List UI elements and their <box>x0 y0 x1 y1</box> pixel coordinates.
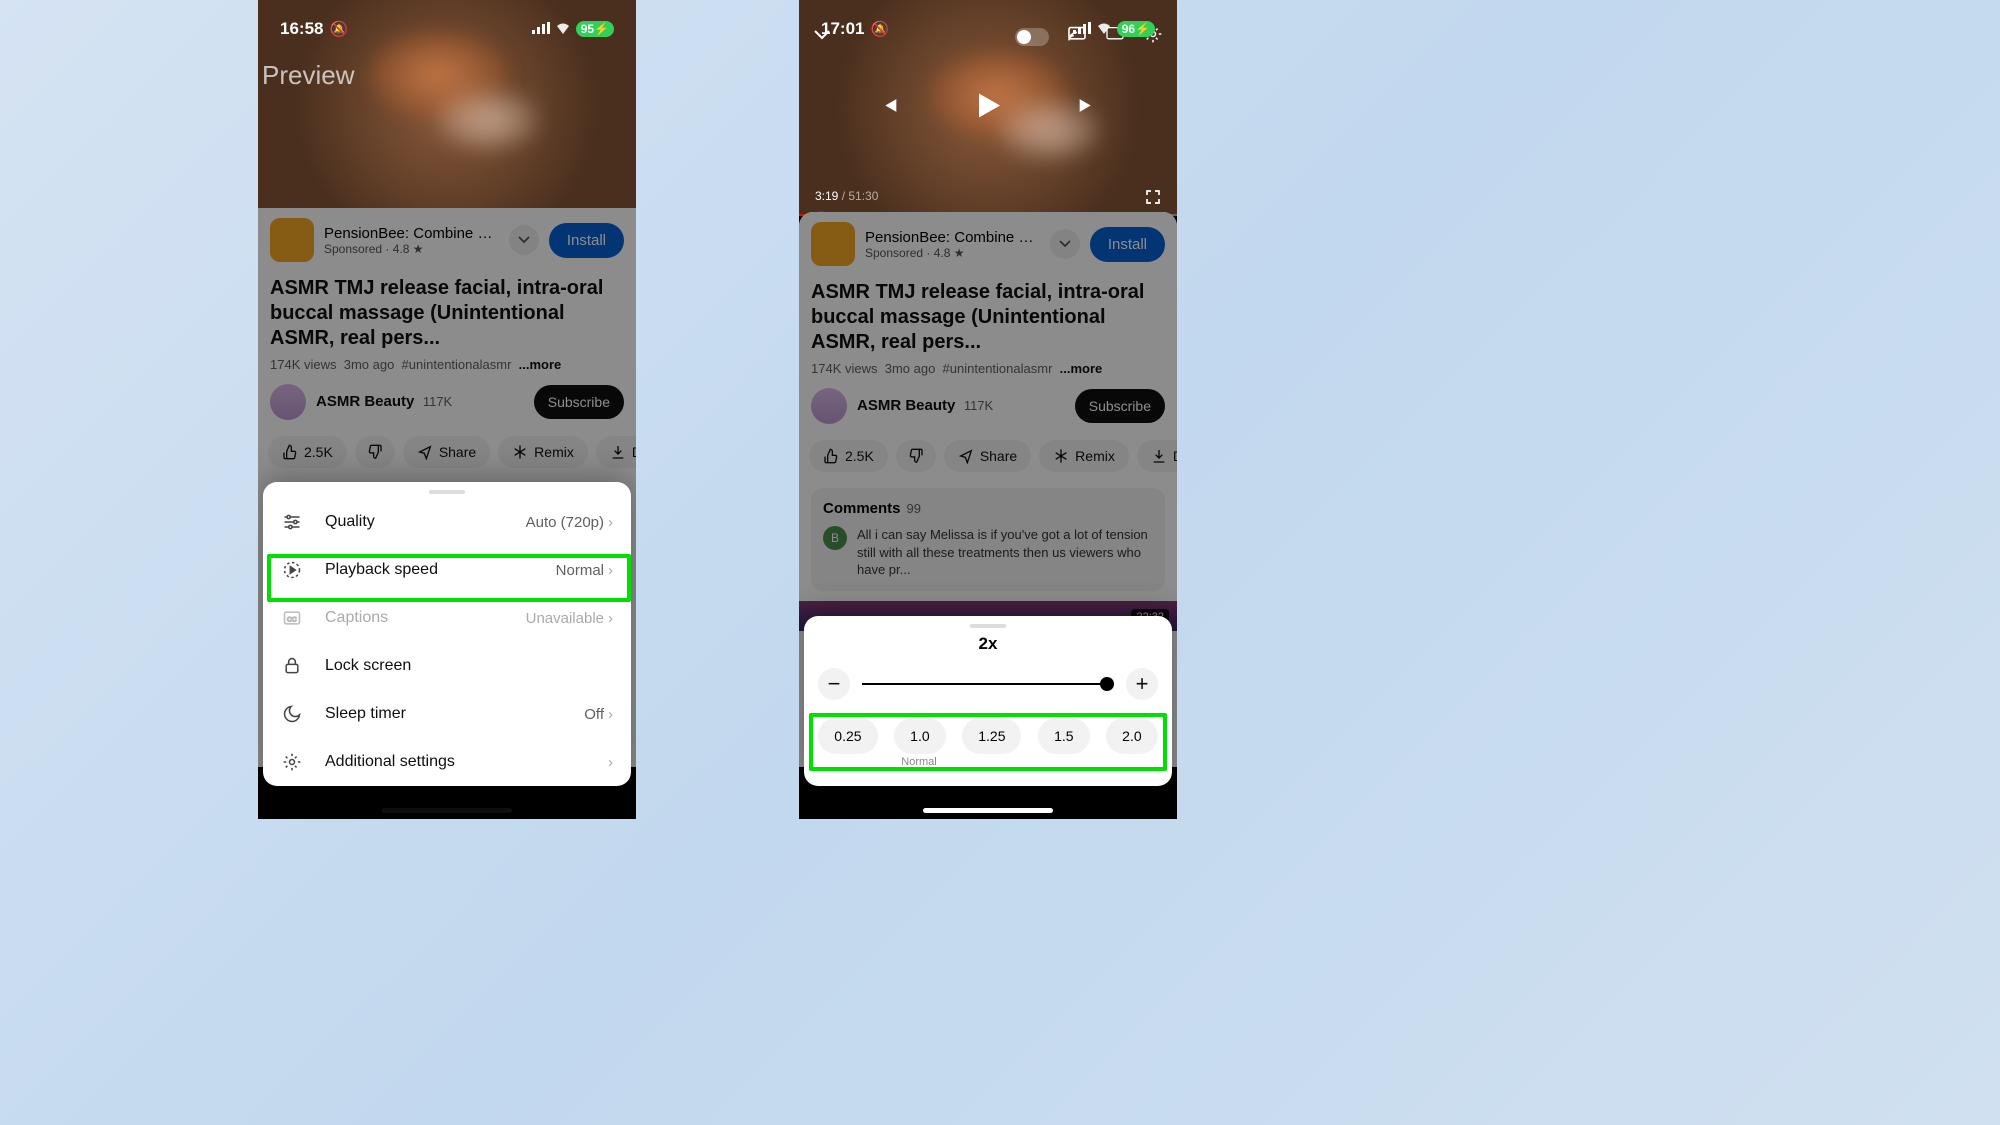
channel-subs: 117K <box>964 398 993 413</box>
signal-icon <box>1073 19 1091 39</box>
sheet-handle[interactable] <box>429 490 465 494</box>
like-button[interactable]: 2.5K <box>809 440 888 472</box>
normal-label: Normal <box>799 756 1172 768</box>
gear-icon <box>281 751 303 773</box>
menu-captions-label: Captions <box>325 609 388 627</box>
speed-sheet: 2x − + 0.25 1.0 1.25 1.5 2.0 Normal <box>804 616 1172 786</box>
dislike-button[interactable] <box>355 436 395 468</box>
speed-slider[interactable] <box>862 683 1114 685</box>
comments-section[interactable]: Comments 99 B All i can say Melissa is if… <box>811 488 1165 591</box>
ad-meta: Sponsored · 4.8 ★ <box>865 246 1040 260</box>
status-bar: 16:58 🔕 95⚡ <box>258 0 636 50</box>
menu-playback-speed[interactable]: Playback speed Normal › <box>263 546 631 594</box>
video-meta[interactable]: 174K views 3mo ago #unintentionalasmr ..… <box>811 361 1165 376</box>
status-bar: 17:01 🔕 96⚡ <box>799 0 1177 50</box>
wifi-icon <box>555 19 571 39</box>
install-button[interactable]: Install <box>549 223 624 258</box>
settings-sheet: Quality Auto (720p) › Playback speed Nor… <box>263 482 631 786</box>
battery-indicator: 96⚡ <box>1117 21 1155 37</box>
ad-app-icon <box>811 222 855 266</box>
remix-button[interactable]: Remix <box>1039 440 1129 472</box>
speed-preset-4[interactable]: 2.0 <box>1106 718 1157 754</box>
speed-preset-0[interactable]: 0.25 <box>818 718 877 754</box>
subscribe-button[interactable]: Subscribe <box>1075 389 1165 423</box>
sponsored-ad[interactable]: PensionBee: Combine Pen... Sponsored · 4… <box>799 212 1177 276</box>
channel-avatar[interactable] <box>270 384 306 420</box>
svg-text:CC: CC <box>287 616 297 623</box>
speed-presets-row: 0.25 1.0 1.25 1.5 2.0 <box>804 714 1172 754</box>
speed-preset-3[interactable]: 1.5 <box>1038 718 1089 754</box>
prev-icon[interactable] <box>878 95 900 122</box>
channel-name[interactable]: ASMR Beauty <box>857 397 955 414</box>
battery-indicator: 95⚡ <box>576 21 614 37</box>
video-title[interactable]: ASMR TMJ release facial, intra-oral bucc… <box>811 280 1165 355</box>
share-button[interactable]: Share <box>944 440 1031 472</box>
remix-button[interactable]: Remix <box>498 436 588 468</box>
download-button[interactable]: Download <box>596 436 636 468</box>
channel-subs: 117K <box>423 394 452 409</box>
dnd-icon: 🔕 <box>329 20 348 38</box>
sliders-icon <box>281 511 303 533</box>
share-button[interactable]: Share <box>403 436 490 468</box>
comment-text: All i can say Melissa is if you've got a… <box>857 526 1153 579</box>
ad-expand-icon[interactable] <box>509 225 539 255</box>
menu-quality[interactable]: Quality Auto (720p) › <box>263 498 631 546</box>
menu-speed-label: Playback speed <box>325 561 438 579</box>
status-time: 17:01 <box>821 19 864 39</box>
speed-decrease-button[interactable]: − <box>818 668 850 700</box>
menu-additional-label: Additional settings <box>325 753 455 771</box>
menu-sleep-label: Sleep timer <box>325 705 406 723</box>
speed-value: 2x <box>804 634 1172 654</box>
speed-preset-1[interactable]: 1.0 <box>894 718 945 754</box>
ad-expand-icon[interactable] <box>1050 229 1080 259</box>
home-indicator[interactable] <box>923 808 1053 813</box>
ad-app-icon <box>270 218 314 262</box>
speed-icon <box>281 559 303 581</box>
sheet-handle[interactable] <box>970 624 1006 628</box>
channel-avatar[interactable] <box>811 388 847 424</box>
video-title[interactable]: ASMR TMJ release facial, intra-oral bucc… <box>270 276 624 351</box>
menu-additional-settings[interactable]: Additional settings › <box>263 738 631 786</box>
player-time: 3:19 / 51:30 <box>815 189 878 208</box>
dislike-button[interactable] <box>896 440 936 472</box>
status-time: 16:58 <box>280 19 323 39</box>
ad-title: PensionBee: Combine Pen... <box>865 229 1040 246</box>
speed-preset-2[interactable]: 1.25 <box>962 718 1021 754</box>
sponsored-ad[interactable]: PensionBee: Combine Pen... Sponsored · 4… <box>258 208 636 272</box>
video-meta[interactable]: 174K views 3mo ago #unintentionalasmr ..… <box>270 357 624 372</box>
install-button[interactable]: Install <box>1090 227 1165 262</box>
menu-quality-label: Quality <box>325 513 375 531</box>
menu-lock-label: Lock screen <box>325 657 411 675</box>
signal-icon <box>532 19 550 39</box>
slider-knob[interactable] <box>1100 677 1114 691</box>
dnd-icon: 🔕 <box>870 20 889 38</box>
moon-icon <box>281 703 303 725</box>
home-indicator[interactable] <box>382 808 512 813</box>
download-button[interactable]: Download <box>1137 440 1177 472</box>
lock-icon <box>281 655 303 677</box>
ad-meta: Sponsored · 4.8 ★ <box>324 242 499 256</box>
fullscreen-icon[interactable] <box>1145 189 1161 208</box>
menu-captions: CC Captions Unavailable › <box>263 594 631 642</box>
comments-count: 99 <box>907 501 921 516</box>
play-icon[interactable] <box>970 88 1006 129</box>
ad-title: PensionBee: Combine Pen... <box>324 225 499 242</box>
commenter-avatar: B <box>823 526 847 550</box>
wifi-icon <box>1096 19 1112 39</box>
comments-label: Comments <box>823 500 901 517</box>
like-button[interactable]: 2.5K <box>268 436 347 468</box>
channel-name[interactable]: ASMR Beauty <box>316 393 414 410</box>
subscribe-button[interactable]: Subscribe <box>534 385 624 419</box>
menu-lock-screen[interactable]: Lock screen <box>263 642 631 690</box>
preview-label: Preview <box>262 60 354 91</box>
speed-increase-button[interactable]: + <box>1126 668 1158 700</box>
next-icon[interactable] <box>1076 95 1098 122</box>
menu-sleep-timer[interactable]: Sleep timer Off › <box>263 690 631 738</box>
cc-icon: CC <box>281 607 303 629</box>
